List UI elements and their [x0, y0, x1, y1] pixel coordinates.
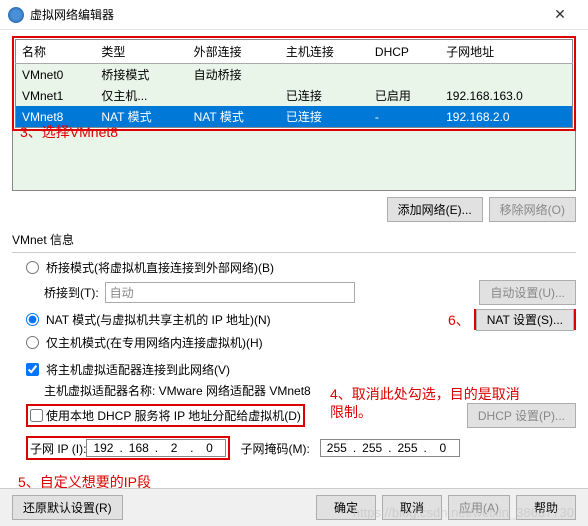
nat-radio[interactable]: [26, 313, 39, 326]
remove-network-button[interactable]: 移除网络(O): [489, 197, 576, 222]
vmnet-info-label: VMnet 信息: [12, 231, 576, 248]
auto-settings-button[interactable]: 自动设置(U)...: [479, 280, 576, 305]
network-table-highlight: 名称 类型 外部连接 主机连接 DHCP 子网地址 VMnet0桥接模式自动桥接…: [12, 36, 576, 131]
mask-seg-2[interactable]: [356, 440, 388, 456]
bridgeto-label: 桥接到(T):: [44, 284, 99, 301]
col-ext: 外部连接: [188, 40, 280, 64]
mask-seg-3[interactable]: [392, 440, 424, 456]
app-icon: [8, 7, 24, 23]
ip-seg-1[interactable]: [87, 440, 119, 456]
window-title: 虚拟网络编辑器: [30, 6, 540, 23]
col-host: 主机连接: [280, 40, 369, 64]
restore-defaults-button[interactable]: 还原默认设置(R): [12, 495, 123, 520]
network-table[interactable]: 名称 类型 外部连接 主机连接 DHCP 子网地址 VMnet0桥接模式自动桥接…: [15, 39, 573, 128]
mask-seg-4[interactable]: [427, 440, 459, 456]
ip-seg-2[interactable]: [123, 440, 155, 456]
mask-seg-1[interactable]: [321, 440, 353, 456]
bridged-radio[interactable]: [26, 261, 39, 274]
col-subnet: 子网地址: [440, 40, 572, 64]
nat-settings-button[interactable]: NAT 设置(S)...: [476, 309, 574, 331]
nat-label: NAT 模式(与虚拟机共享主机的 IP 地址)(N): [46, 311, 271, 328]
ip-seg-4[interactable]: [193, 440, 225, 456]
subnet-ip-label: 子网 IP (I):: [30, 440, 86, 457]
annotation-4: 4、取消此处勾选，目的是取消限制。: [330, 385, 520, 421]
add-network-button[interactable]: 添加网络(E)...: [387, 197, 483, 222]
table-row[interactable]: VMnet0桥接模式自动桥接: [16, 64, 573, 86]
subnet-ip-input[interactable]: . . .: [86, 439, 226, 457]
subnet-mask-input[interactable]: . . .: [320, 439, 460, 457]
watermark: https://blog.csdn.net/weixin_38637730: [353, 505, 574, 520]
col-dhcp: DHCP: [369, 40, 440, 64]
col-type: 类型: [95, 40, 187, 64]
hostonly-radio[interactable]: [26, 336, 39, 349]
annotation-6: 6、: [448, 310, 470, 330]
adapter-name-label: 主机虚拟适配器名称: VMware 网络适配器 VMnet8: [44, 382, 311, 399]
subnet-mask-label: 子网掩码(M):: [240, 440, 309, 457]
close-icon[interactable]: ✕: [540, 0, 580, 30]
table-row[interactable]: VMnet1仅主机...已连接已启用192.168.163.0: [16, 85, 573, 106]
bridged-label: 桥接模式(将虚拟机直接连接到外部网络)(B): [46, 259, 274, 276]
dhcp-label: 使用本地 DHCP 服务将 IP 地址分配给虚拟机(D): [46, 407, 301, 424]
col-name: 名称: [16, 40, 96, 64]
bridge-select[interactable]: 自动: [105, 282, 355, 303]
hostonly-label: 仅主机模式(在专用网络内连接虚拟机)(H): [46, 334, 263, 351]
host-adapter-checkbox[interactable]: [26, 363, 39, 376]
dhcp-checkbox[interactable]: [30, 409, 43, 422]
host-adapter-label: 将主机虚拟适配器连接到此网络(V): [46, 361, 230, 378]
annotation-3: 3、选择VMnet8: [20, 122, 118, 142]
ip-seg-3[interactable]: [158, 440, 190, 456]
